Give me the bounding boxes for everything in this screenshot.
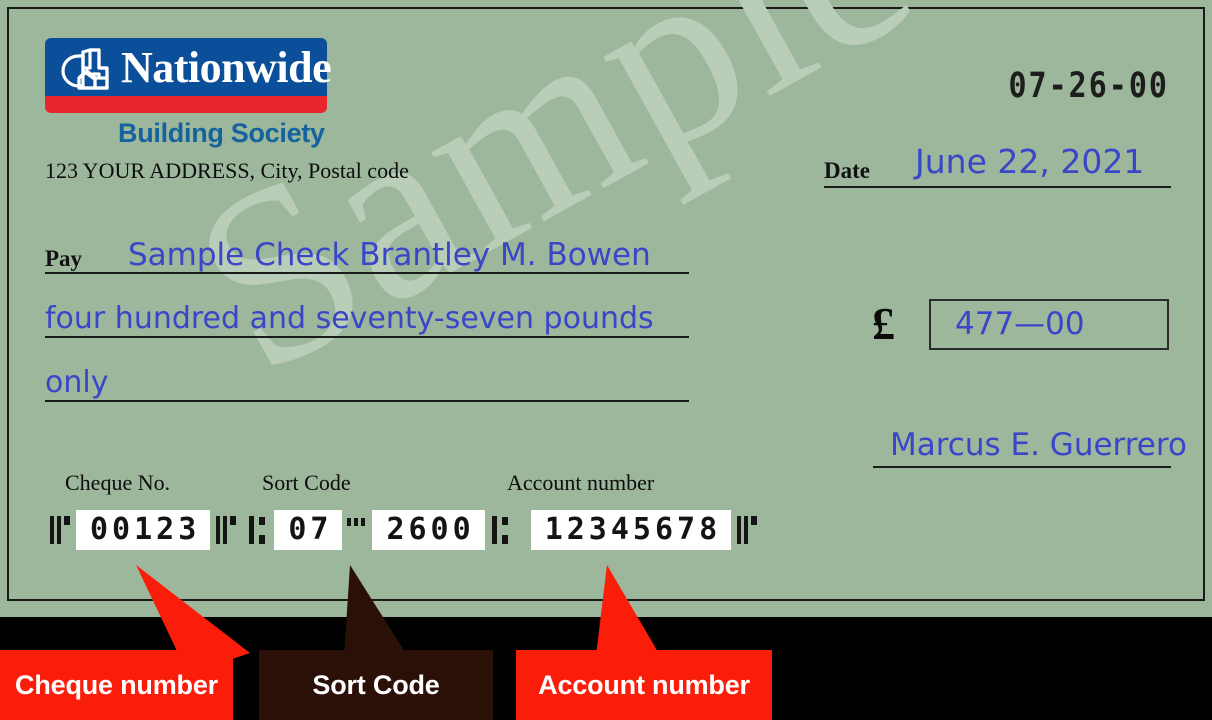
screenshot-root: Sample Nationwide Building Society 123 Y…	[0, 0, 1212, 720]
bank-logo: Nationwide	[45, 38, 332, 113]
micr-account-number: 12345678	[530, 510, 732, 550]
amount-words-rule-2	[45, 400, 689, 402]
bank-subtitle: Building Society	[118, 118, 325, 148]
micr-onus-symbol-open	[247, 514, 269, 546]
amount-words-line-1: four hundred and seventy-seven pounds	[45, 301, 654, 336]
pay-label: Pay	[45, 246, 83, 271]
label-sort-code: Sort Code	[262, 470, 351, 495]
micr-cheque-number: 00123	[76, 510, 211, 550]
payee-name: Sample Check Brantley M. Bowen	[128, 237, 651, 273]
date-rule	[824, 186, 1171, 188]
account-holder-address: 123 YOUR ADDRESS, City, Postal code	[45, 158, 409, 183]
amount-words-line-2: only	[45, 365, 109, 400]
currency-symbol: £	[872, 298, 895, 349]
printed-sort-code: 07-26-00	[1008, 66, 1169, 107]
signature: Marcus E. Guerrero	[890, 427, 1187, 463]
label-cheque-no: Cheque No.	[65, 470, 171, 495]
micr-sort-code-part-2: 2600	[372, 510, 485, 550]
micr-transit-symbol-end	[736, 514, 758, 546]
micr-onus-symbol-close	[490, 514, 512, 546]
callout-sort-code[interactable]: Sort Code	[259, 650, 493, 720]
amount-value: 477—00	[955, 306, 1085, 342]
nationwide-house-hand-icon	[59, 44, 117, 100]
signature-rule	[873, 466, 1171, 468]
label-account-number: Account number	[507, 470, 655, 495]
date-value: June 22, 2021	[915, 142, 1145, 181]
micr-transit-symbol-start	[49, 514, 71, 546]
micr-dash-symbol	[347, 514, 367, 546]
date-label: Date	[824, 158, 870, 183]
amount-words-rule-1	[45, 336, 689, 338]
micr-line: 00123 07 2600 12345678	[44, 510, 763, 550]
micr-sort-code-part-1: 07	[274, 510, 343, 550]
bank-name: Nationwide	[121, 43, 332, 92]
callout-cheque-number[interactable]: Cheque number	[0, 650, 233, 720]
callout-account-number[interactable]: Account number	[516, 650, 772, 720]
micr-transit-symbol-after-cheque	[215, 514, 237, 546]
